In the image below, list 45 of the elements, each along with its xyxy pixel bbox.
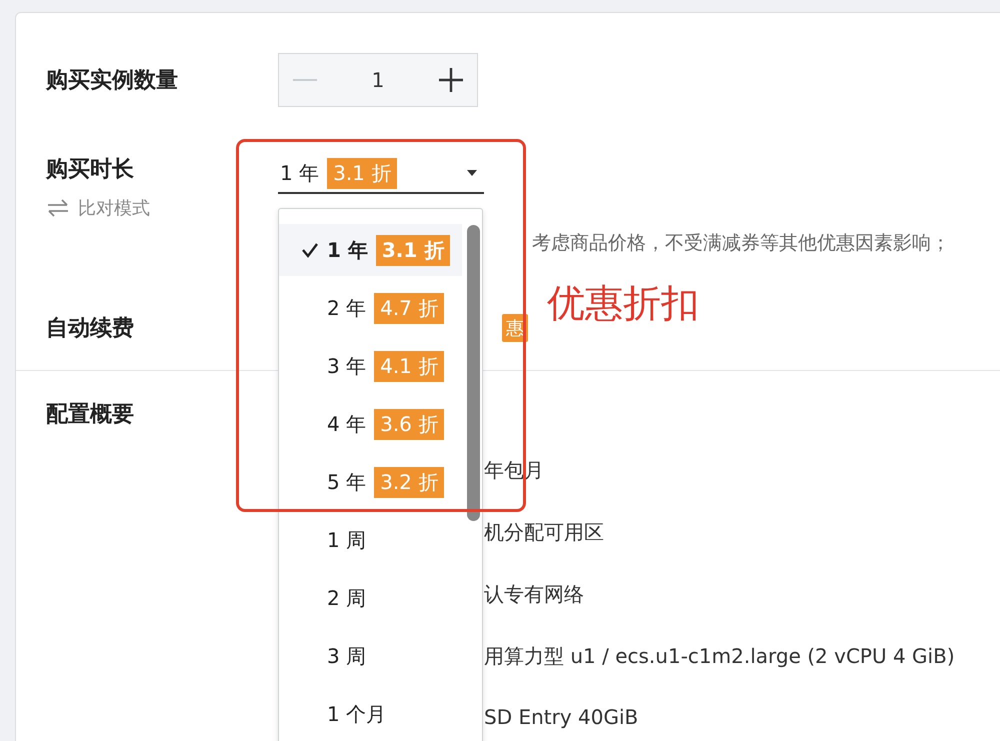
check-icon [301, 242, 319, 258]
summary-text: 机分配可用区 [484, 519, 605, 546]
dropdown-option[interactable]: 2 年 4.7 折 [279, 282, 462, 334]
summary-text: 年包月 [484, 457, 545, 484]
note-text: 考虑商品价格，不受满减券等其他优惠因素影响； [532, 231, 951, 256]
discount-tag: 3.1 折 [376, 234, 450, 266]
discount-tag: 4.1 折 [374, 350, 444, 382]
field-label: 配置概要 [46, 402, 134, 427]
swap-icon[interactable] [46, 198, 70, 218]
summary-text: 认专有网络 [484, 581, 585, 608]
summary-text: SD Entry 40GiB [484, 705, 640, 731]
dropdown-option[interactable]: 3 周 [279, 630, 462, 682]
dropdown-option[interactable]: 1 个月 [279, 688, 462, 740]
option-period: 5 年 [327, 468, 366, 496]
dropdown-option[interactable]: 1 周 [279, 514, 462, 566]
dropdown-option[interactable]: 2 周 [279, 572, 462, 624]
discount-tag: 3.2 折 [374, 466, 444, 498]
option-period: 4 年 [327, 410, 366, 438]
scrollbar[interactable] [467, 225, 480, 521]
selected-period: 1 年 [280, 160, 320, 186]
caret-icon [466, 169, 478, 177]
field-label: 自动续费 [46, 315, 135, 343]
field-label: 购买时长 [46, 157, 134, 182]
option-period: 1 周 [327, 526, 366, 554]
quantity-stepper[interactable]: 1 [278, 53, 478, 107]
dropdown-option[interactable]: 1 年 3.1 折 [279, 224, 462, 276]
discount-tag: 3.1 折 [327, 158, 398, 188]
dropdown-option[interactable]: 5 年 3.2 折 [279, 456, 462, 508]
dropdown-option[interactable]: 4 年 3.6 折 [279, 398, 462, 450]
discount-tag: 4.7 折 [374, 292, 444, 324]
duration-select[interactable]: 1 年 3.1 折 [278, 154, 484, 194]
annotation-text: 优惠折扣 [547, 280, 699, 327]
option-period: 3 周 [327, 642, 366, 670]
option-period: 1 个月 [327, 700, 386, 728]
field-label: 购买实例数量 [46, 67, 179, 95]
quantity-value: 1 [372, 68, 384, 92]
option-period: 2 年 [327, 294, 366, 322]
discount-tag: 3.6 折 [374, 408, 444, 440]
compare-mode-link[interactable]: 比对模式 [78, 196, 150, 220]
option-period: 1 年 [327, 236, 368, 264]
dropdown-option[interactable]: 3 年 4.1 折 [279, 340, 462, 392]
option-period: 2 周 [327, 584, 366, 612]
plus-icon[interactable] [436, 66, 465, 94]
option-period: 3 年 [327, 352, 366, 380]
summary-text: 用算力型 u1 / ecs.u1-c1m2.large (2 vCPU 4 GiB) [484, 643, 955, 670]
